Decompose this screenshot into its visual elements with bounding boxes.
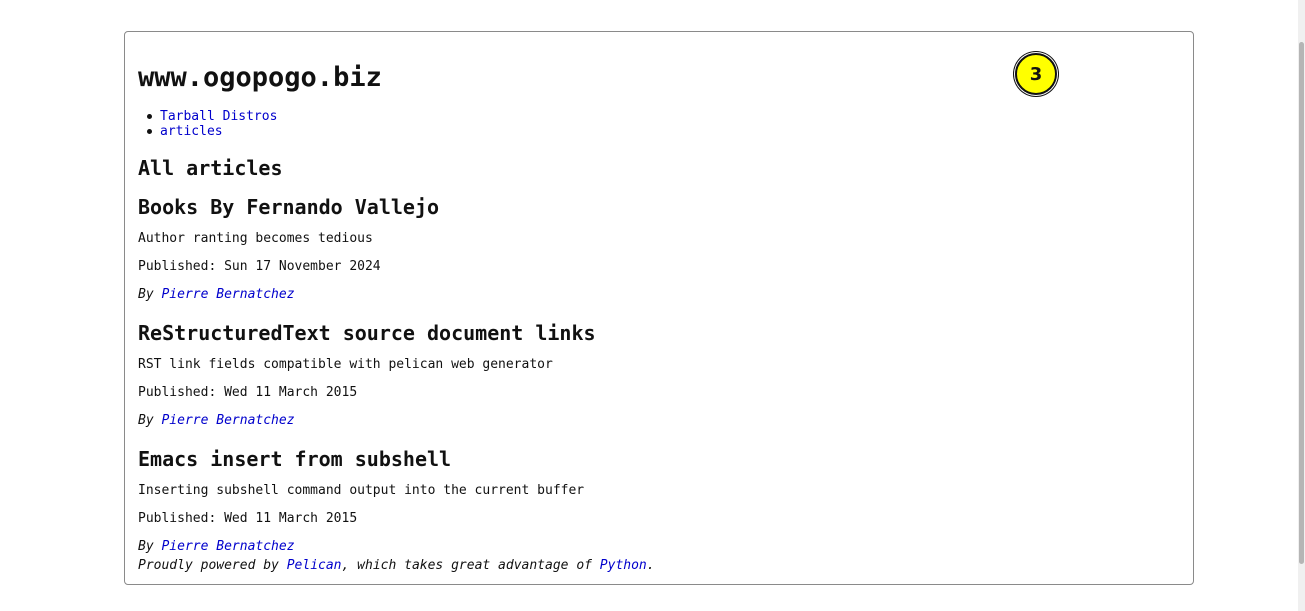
- pelican-link[interactable]: Pelican: [287, 558, 342, 573]
- article-title: Emacs insert from subshell: [138, 447, 452, 471]
- python-link[interactable]: Python: [600, 558, 647, 573]
- bullet-icon: [147, 129, 152, 134]
- page-frame: www.ogopogo.biz 3 Tarball Distros articl…: [124, 31, 1194, 585]
- article-title: ReStructuredText source document links: [138, 321, 596, 345]
- article-item: Emacs insert from subshell Inserting sub…: [138, 447, 1178, 554]
- article-summary: Inserting subshell command output into t…: [138, 483, 585, 498]
- article-published-date: Published: Wed 11 March 2015: [138, 511, 358, 526]
- article-byline: By Pierre Bernatchez: [138, 413, 295, 429]
- by-label: By: [138, 539, 154, 554]
- article-published-date: Published: Sun 17 November 2024: [138, 259, 381, 274]
- article-item: Books By Fernando Vallejo Author ranting…: [138, 195, 1178, 302]
- vertical-scrollbar[interactable]: [1298, 0, 1305, 611]
- bullet-icon: [147, 114, 152, 119]
- author-link[interactable]: Pierre Bernatchez: [161, 413, 294, 428]
- nav-item-tarball-distros: Tarball Distros: [142, 109, 277, 124]
- author-link[interactable]: Pierre Bernatchez: [161, 287, 294, 302]
- by-label: By: [138, 413, 154, 428]
- notification-badge[interactable]: 3: [1015, 53, 1057, 95]
- site-nav: Tarball Distros articles: [147, 109, 277, 139]
- article-byline: By Pierre Bernatchez: [138, 539, 295, 555]
- footer-middle: , which takes great advantage of: [341, 558, 592, 573]
- article-published-date: Published: Wed 11 March 2015: [138, 385, 358, 400]
- nav-link-tarball-distros[interactable]: Tarball Distros: [160, 109, 277, 124]
- by-label: By: [138, 287, 154, 302]
- article-title: Books By Fernando Vallejo: [138, 195, 440, 219]
- footer: Proudly powered by Pelican, which takes …: [138, 558, 655, 574]
- scrollbar-thumb[interactable]: [1299, 42, 1304, 564]
- article-byline: By Pierre Bernatchez: [138, 287, 295, 303]
- article-item: ReStructuredText source document links R…: [138, 321, 1178, 428]
- article-summary: Author ranting becomes tedious: [138, 231, 373, 246]
- nav-item-articles: articles: [142, 124, 277, 139]
- nav-link-articles[interactable]: articles: [160, 124, 223, 139]
- author-link[interactable]: Pierre Bernatchez: [161, 539, 294, 554]
- site-title: www.ogopogo.biz: [138, 62, 382, 93]
- article-summary: RST link fields compatible with pelican …: [138, 357, 553, 372]
- footer-suffix: .: [646, 558, 655, 573]
- section-title: All articles: [138, 156, 283, 180]
- footer-prefix: Proudly powered by: [138, 558, 279, 573]
